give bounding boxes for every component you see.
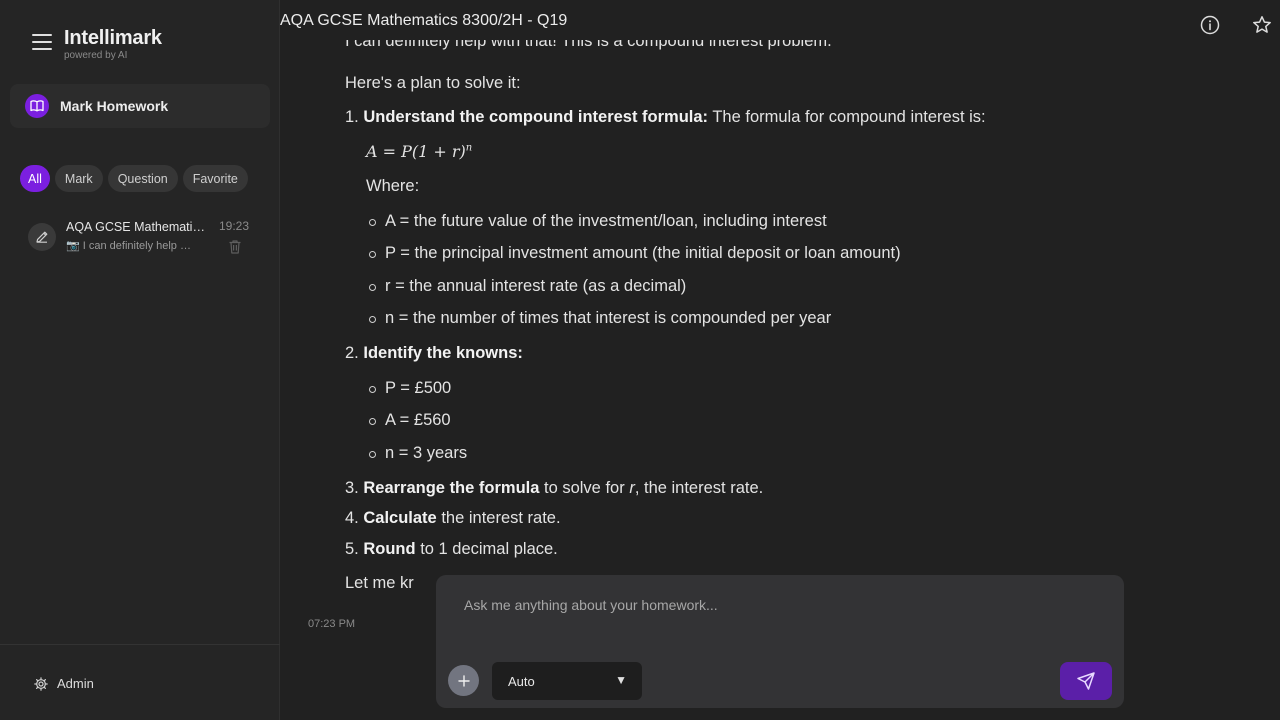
send-button[interactable] [1060,662,1112,700]
step-4: 4. Calculate the interest rate. [345,509,561,527]
admin-button[interactable]: Admin [34,676,94,691]
bullet-icon [369,219,376,226]
bullet-icon [369,386,376,393]
message-intro: I can definitely help with that! This is… [345,40,832,50]
menu-icon[interactable] [32,34,52,50]
mark-homework-button[interactable]: Mark Homework [10,84,270,128]
bullet-icon [369,284,376,291]
definition-item: r = the annual interest rate (as a decim… [385,277,687,295]
known-item: n = 3 years [385,444,468,462]
step-5: 5. Round to 1 decimal place. [345,540,558,558]
model-select-value: Auto [508,673,535,689]
model-select[interactable]: Auto ▼ [492,662,642,700]
bullet-icon [369,316,376,323]
definition-item: A = the future value of the investment/l… [385,212,827,230]
message-closing: Let me kr [345,574,414,592]
brand-name: Intellimark [64,27,162,49]
step-1: 1. Understand the compound interest form… [345,108,986,126]
bullet-icon [369,418,376,425]
step-3: 3. Rearrange the formula to solve for r,… [345,479,764,497]
conversation-time: 19:23 [219,219,250,233]
filter-all[interactable]: All [20,165,50,192]
where-label: Where: [366,177,420,195]
book-icon [25,94,49,118]
sidebar: Intellimark powered by AI Mark Homework … [0,0,280,720]
step-2: 2. Identify the knowns: [345,344,523,362]
bullet-icon [369,451,376,458]
conversation-title: AQA GCSE Mathematics 8300/2H - Q19 [66,220,206,234]
known-item: P = £500 [385,379,452,397]
caret-down-icon: ▼ [615,673,627,687]
page-title: AQA GCSE Mathematics 8300/2H - Q19 [280,12,568,29]
filter-question[interactable]: Question [107,165,178,192]
filter-mark[interactable]: Mark [54,165,103,192]
definition-item: P = the principal investment amount (the… [385,244,901,262]
info-icon[interactable] [1200,15,1220,35]
compound-interest-formula: A = P(1 + r)n [366,142,473,161]
known-item: A = £560 [385,411,451,429]
message-timestamp: 07:23 PM [308,618,356,630]
brand: Intellimark powered by AI [64,26,162,62]
plan-intro: Here's a plan to solve it: [345,74,521,92]
conversation-item[interactable]: AQA GCSE Mathematics 8300/2H - Q19 📷 I c… [28,217,258,259]
pencil-icon [28,223,56,251]
definition-item: n = the number of times that interest is… [385,309,832,327]
send-icon [1077,672,1095,690]
trash-icon[interactable] [228,239,242,255]
mark-homework-label: Mark Homework [60,98,169,114]
filter-chips: All Mark Question Favorite [20,165,248,192]
admin-section: Admin [0,644,280,720]
star-icon[interactable] [1252,15,1272,35]
admin-label: Admin [57,676,94,691]
gear-icon [34,676,48,691]
bullet-icon [369,251,376,258]
plus-icon [457,674,470,687]
chat-input[interactable] [464,597,1104,613]
brand-tagline: powered by AI [64,50,128,61]
composer: Auto ▼ [436,575,1124,708]
conversation-preview: 📷 I can definitely help with that! [66,240,192,252]
attach-button[interactable] [448,665,479,696]
filter-favorite[interactable]: Favorite [182,165,248,192]
